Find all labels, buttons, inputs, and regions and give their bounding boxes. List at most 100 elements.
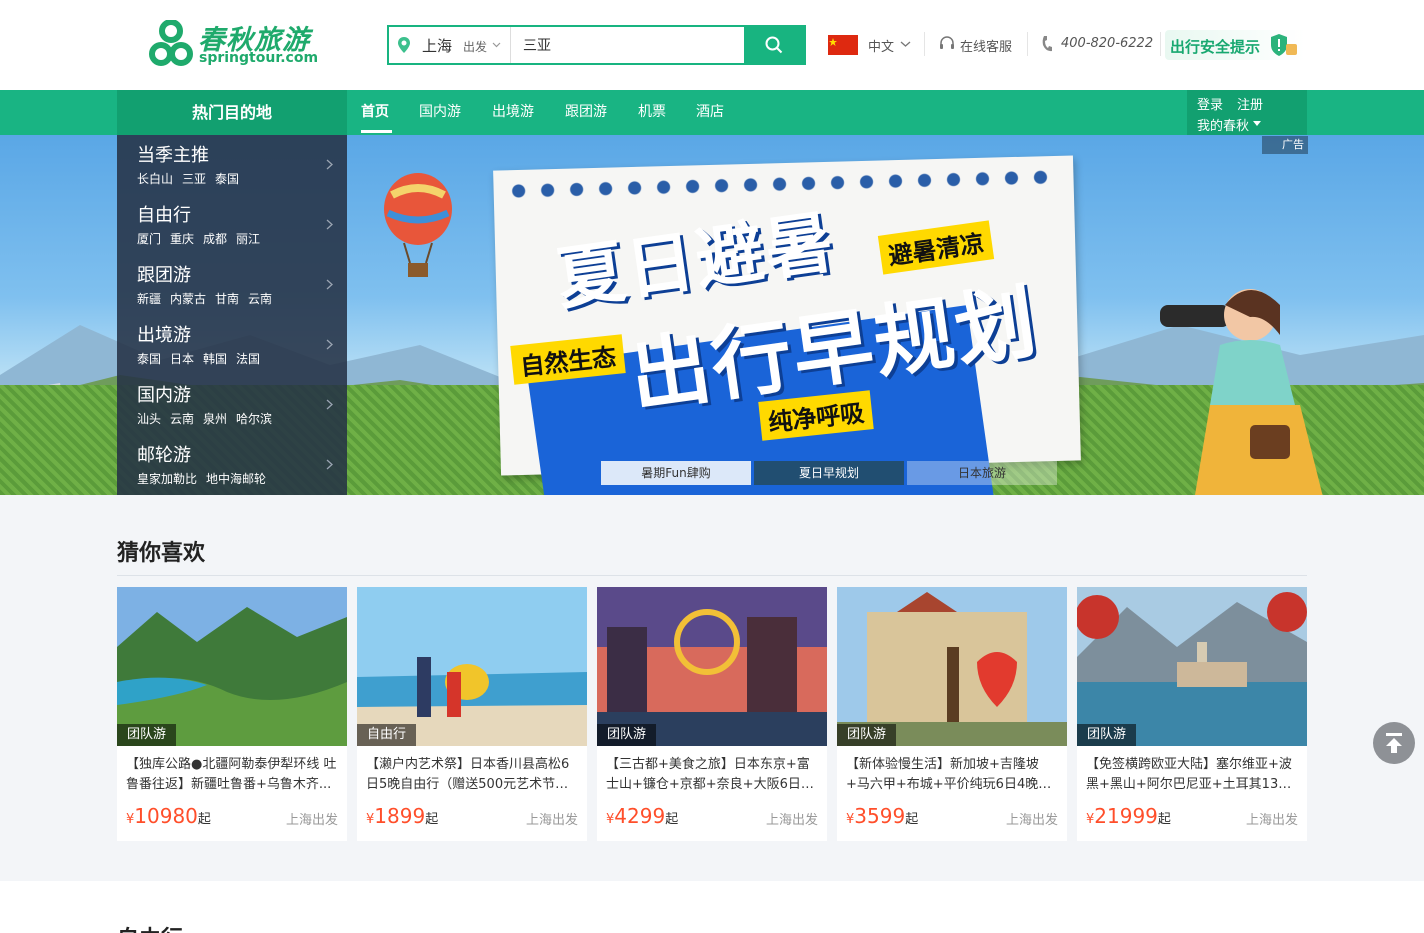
- price-value: 10980: [134, 804, 198, 828]
- side-menu-item[interactable]: 自由行 厦门 重庆 成都 丽江: [117, 195, 347, 255]
- departure-city-label: 上海出发: [1005, 813, 1058, 828]
- destination-link[interactable]: 韩国: [203, 352, 227, 366]
- search-input[interactable]: [523, 33, 723, 57]
- banner-tab-3[interactable]: 日本旅游: [907, 461, 1057, 485]
- departure-city-label: 上海出发: [765, 813, 818, 828]
- safety-tip-link[interactable]: 出行安全提示: [1165, 30, 1305, 60]
- destination-link[interactable]: 地中海邮轮: [206, 472, 266, 486]
- nav-group-tour[interactable]: 跟团游: [565, 101, 607, 121]
- logo-text-en: springtour.com: [199, 50, 319, 66]
- nav-outbound[interactable]: 出境游: [492, 101, 534, 121]
- destination-link[interactable]: 丽江: [236, 232, 260, 246]
- register-link[interactable]: 注册: [1237, 94, 1263, 113]
- side-menu-title: 国内游: [137, 385, 191, 406]
- departure-label[interactable]: 出发: [463, 38, 487, 55]
- product-card[interactable]: 团队游 【独库公路●北疆阿勒泰伊犁环线 吐鲁番往返】新疆吐鲁番+乌鲁木齐... …: [117, 587, 347, 841]
- product-card[interactable]: 团队游 【免签横跨欧亚大陆】塞尔维亚+波黑+黑山+阿尔巴尼亚+土耳其13日...…: [1077, 587, 1307, 841]
- product-price: ¥10980起: [126, 804, 211, 828]
- side-menu-item[interactable]: 跟团游 新疆 内蒙古 甘南 云南: [117, 255, 347, 315]
- departure-city[interactable]: 上海: [422, 35, 452, 56]
- product-card[interactable]: 团队游 【三古都+美食之旅】日本东京+富士山+镰仓+京都+奈良+大阪6日5...…: [597, 587, 827, 841]
- chevron-right-icon: [326, 279, 333, 290]
- side-menu-subs: 厦门 重庆 成都 丽江: [137, 230, 269, 247]
- destination-link[interactable]: 泉州: [203, 412, 227, 426]
- chevron-right-icon: [326, 459, 333, 470]
- chevron-down-icon[interactable]: [492, 40, 501, 49]
- chevron-right-icon: [326, 219, 333, 230]
- chevron-right-icon: [326, 399, 333, 410]
- destination-link[interactable]: 日本: [170, 352, 194, 366]
- my-account-link[interactable]: 我的春秋: [1197, 115, 1249, 134]
- product-title[interactable]: 【新体验慢生活】新加坡+吉隆坡+马六甲+布城+平价纯玩6日4晚跟...: [846, 755, 1060, 795]
- login-link[interactable]: 登录: [1197, 94, 1223, 113]
- next-section-title: 自由行: [117, 921, 183, 933]
- product-price: ¥1899起: [366, 804, 438, 828]
- side-menu-item[interactable]: 当季主推 长白山 三亚 泰国: [117, 135, 347, 195]
- china-flag-icon[interactable]: [828, 35, 858, 55]
- side-menu-item[interactable]: 国内游 汕头 云南 泉州 哈尔滨: [117, 375, 347, 435]
- destination-link[interactable]: 法国: [236, 352, 260, 366]
- nav-flights[interactable]: 机票: [638, 101, 666, 121]
- chevron-right-icon: [326, 159, 333, 170]
- destination-link[interactable]: 新疆: [137, 292, 161, 306]
- header-divider: [1027, 32, 1028, 56]
- language-selector[interactable]: 中文: [868, 36, 894, 55]
- banner-tab-2[interactable]: 夏日早规划: [754, 461, 904, 485]
- headset-icon: [940, 36, 954, 49]
- user-panel: 登录 注册 我的春秋: [1187, 90, 1307, 135]
- destination-link[interactable]: 云南: [248, 292, 272, 306]
- banner-tab-1[interactable]: 暑期Fun肆购: [601, 461, 751, 485]
- side-menu-title: 跟团游: [137, 265, 191, 286]
- ad-badge: 广告: [1262, 136, 1308, 154]
- destination-link[interactable]: 汕头: [137, 412, 161, 426]
- product-price: ¥21999起: [1086, 804, 1171, 828]
- product-card[interactable]: 团队游 【新体验慢生活】新加坡+吉隆坡+马六甲+布城+平价纯玩6日4晚跟... …: [837, 587, 1067, 841]
- destination-side-menu: 当季主推 长白山 三亚 泰国 自由行 厦门 重庆 成都 丽江 跟团游 新疆 内蒙古 甘南 云南 …: [117, 135, 347, 495]
- side-menu-subs: 皇家加勒比 地中海邮轮: [137, 470, 275, 487]
- price-suffix: 起: [905, 812, 919, 827]
- product-title[interactable]: 【独库公路●北疆阿勒泰伊犁环线 吐鲁番往返】新疆吐鲁番+乌鲁木齐...: [126, 755, 340, 795]
- nav-home[interactable]: 首页: [361, 101, 389, 121]
- product-image: [1077, 587, 1307, 746]
- site-logo[interactable]: 春秋旅游 springtour.com: [148, 18, 323, 70]
- header-divider: [924, 32, 925, 56]
- product-card[interactable]: 自由行 【濑户内艺术祭】日本香川县高松6日5晚自由行（赠送500元艺术节礼...…: [357, 587, 587, 841]
- side-menu-item[interactable]: 出境游 泰国 日本 韩国 法国: [117, 315, 347, 375]
- destination-link[interactable]: 泰国: [215, 172, 239, 186]
- site-header: 春秋旅游 springtour.com 上海 出发 中文: [0, 0, 1424, 90]
- destination-link[interactable]: 成都: [203, 232, 227, 246]
- destination-link[interactable]: 长白山: [137, 172, 173, 186]
- chevron-down-icon[interactable]: [900, 40, 911, 48]
- nav-domestic[interactable]: 国内游: [419, 101, 461, 121]
- side-menu-subs: 新疆 内蒙古 甘南 云南: [137, 290, 281, 307]
- search-icon: [765, 36, 783, 54]
- search-button[interactable]: [744, 27, 804, 63]
- price-suffix: 起: [1157, 812, 1171, 827]
- destination-link[interactable]: 重庆: [170, 232, 194, 246]
- side-menu-title: 出境游: [137, 325, 191, 346]
- traveler-illustration: [1160, 289, 1323, 495]
- destination-link[interactable]: 甘南: [215, 292, 239, 306]
- chevron-right-icon: [326, 339, 333, 350]
- price-value: 3599: [854, 804, 906, 828]
- caret-down-icon[interactable]: [1253, 121, 1261, 126]
- destination-link[interactable]: 云南: [170, 412, 194, 426]
- destination-link[interactable]: 厦门: [137, 232, 161, 246]
- departure-city-label: 上海出发: [1245, 813, 1298, 828]
- nav-hotels[interactable]: 酒店: [696, 101, 724, 121]
- destination-link[interactable]: 内蒙古: [170, 292, 206, 306]
- destination-link[interactable]: 哈尔滨: [236, 412, 272, 426]
- back-to-top-button[interactable]: [1373, 722, 1415, 764]
- product-title[interactable]: 【濑户内艺术祭】日本香川县高松6日5晚自由行（赠送500元艺术节礼...: [366, 755, 580, 795]
- side-menu-title: 自由行: [137, 205, 191, 226]
- hotline-number: 400-820-6222: [1061, 36, 1154, 51]
- destination-link[interactable]: 皇家加勒比: [137, 472, 197, 486]
- destination-link[interactable]: 泰国: [137, 352, 161, 366]
- product-title[interactable]: 【免签横跨欧亚大陆】塞尔维亚+波黑+黑山+阿尔巴尼亚+土耳其13日...: [1086, 755, 1300, 795]
- destination-link[interactable]: 三亚: [182, 172, 206, 186]
- section-title: 猜你喜欢: [117, 541, 206, 566]
- price-value: 21999: [1094, 804, 1158, 828]
- product-title[interactable]: 【三古都+美食之旅】日本东京+富士山+镰仓+京都+奈良+大阪6日5...: [606, 755, 820, 795]
- side-menu-item[interactable]: 邮轮游 皇家加勒比 地中海邮轮: [117, 435, 347, 495]
- online-service-link[interactable]: 在线客服: [960, 36, 1012, 55]
